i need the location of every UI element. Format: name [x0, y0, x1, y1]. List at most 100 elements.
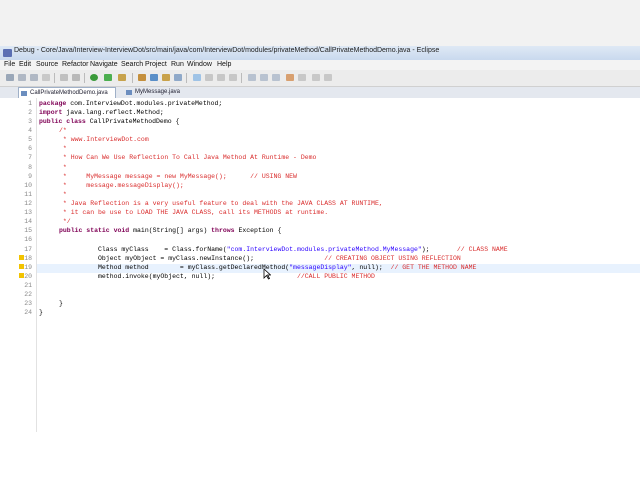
code-text: Object myObject = myClass.newInstance(); — [98, 255, 325, 262]
toggle-block-icon[interactable] — [205, 74, 213, 81]
code-text: ); — [421, 246, 457, 253]
new-icon[interactable] — [6, 74, 14, 81]
code-line: * — [59, 191, 67, 198]
resume-icon[interactable] — [60, 74, 68, 81]
warning-marker-icon[interactable] — [19, 273, 24, 278]
back-icon[interactable] — [286, 74, 294, 81]
comment: //CALL PUBLIC METHOD — [296, 273, 375, 280]
prev-annotation-icon[interactable] — [260, 74, 268, 81]
keyword: public class — [39, 118, 86, 125]
menu-project[interactable]: Project — [145, 61, 167, 68]
line-number: 1 — [28, 100, 32, 107]
external-tools-icon[interactable] — [118, 74, 126, 81]
save-icon[interactable] — [18, 74, 26, 81]
menu-source[interactable]: Source — [36, 61, 58, 68]
last-edit-icon[interactable] — [272, 74, 280, 81]
line-number: 5 — [28, 136, 32, 143]
code-line: package com.InterviewDot.modules.private… — [39, 100, 222, 107]
menu-navigate[interactable]: Navigate — [90, 61, 118, 68]
eclipse-window: Debug - Core/Java/Interview-InterviewDot… — [0, 0, 640, 432]
code-line: * — [59, 164, 67, 171]
line-number: 22 — [24, 291, 32, 298]
code-line: public class CallPrivateMethodDemo { — [39, 118, 179, 125]
code-line: * — [59, 145, 67, 152]
code-line: /* — [59, 127, 67, 134]
tab-label: CallPrivateMethodDemo.java — [30, 90, 108, 96]
line-number: 13 — [24, 209, 32, 216]
toggle-mark-icon[interactable] — [193, 74, 201, 81]
warning-marker-icon[interactable] — [19, 264, 24, 269]
tab-label: MyMessage.java — [135, 89, 181, 95]
code-line: * Java Reflection is a very useful featu… — [59, 200, 383, 207]
tab-callprivatemethoddemo[interactable]: CallPrivateMethodDemo.java — [18, 87, 116, 98]
code-editor[interactable]: 1 2 3 4 5 6 7 8 9 10 11 12 13 14 15 16 1… — [0, 98, 640, 432]
tab-mymessage[interactable]: MyMessage.java — [124, 87, 190, 98]
code-line: import java.lang.reflect.Method; — [39, 109, 164, 116]
debug-icon[interactable] — [104, 74, 112, 81]
menu-window[interactable]: Window — [187, 61, 212, 68]
line-number: 4 — [28, 127, 32, 134]
code-text: java.lang.reflect.Method; — [62, 109, 164, 116]
menu-refactor[interactable]: Refactor — [62, 61, 88, 68]
line-number: 9 — [28, 173, 32, 180]
java-file-icon — [21, 91, 27, 96]
code-line: * How Can We Use Reflection To Call Java… — [59, 154, 317, 161]
code-text: com.InterviewDot.modules.privateMethod; — [66, 100, 223, 107]
show-whitespace-icon[interactable] — [217, 74, 225, 81]
new-package-icon[interactable] — [138, 74, 146, 81]
line-number: 18 — [24, 255, 32, 262]
comment: // GET THE METHOD NAME — [390, 264, 477, 271]
string-literal: "messageDisplay" — [289, 264, 352, 271]
line-number: 19 — [24, 264, 32, 271]
line-number: 6 — [28, 145, 32, 152]
line-number: 24 — [24, 309, 32, 316]
code-line: */ — [59, 218, 71, 225]
line-number: 23 — [24, 300, 32, 307]
suspend-icon[interactable] — [72, 74, 80, 81]
new-class-icon[interactable] — [150, 74, 158, 81]
keyword: import — [39, 109, 63, 116]
menu-help[interactable]: Help — [217, 61, 231, 68]
menu-edit[interactable]: Edit — [19, 61, 31, 68]
java-file-icon — [126, 90, 132, 95]
keyword: public static void — [59, 227, 130, 234]
line-number: 3 — [28, 118, 32, 125]
forward-icon[interactable] — [298, 74, 306, 81]
line-number: 10 — [24, 182, 32, 189]
toolbar-separator — [132, 73, 133, 83]
pin-icon[interactable] — [312, 74, 320, 81]
next-annotation-icon[interactable] — [248, 74, 256, 81]
run-icon[interactable] — [90, 74, 98, 81]
comment: // CREATING OBJECT USING REFLECTION — [324, 255, 461, 262]
code-text: Exception { — [234, 227, 282, 234]
line-number: 11 — [24, 191, 32, 198]
code-line: * MyMessage message = new MyMessage(); /… — [59, 173, 297, 180]
chevron-down-icon[interactable] — [324, 74, 332, 81]
line-number: 8 — [28, 164, 32, 171]
search-icon[interactable] — [174, 74, 182, 81]
keyword: package — [39, 100, 67, 107]
eclipse-icon — [3, 49, 12, 57]
toolbar-separator — [54, 73, 55, 83]
menu-run[interactable]: Run — [171, 61, 184, 68]
code-line: * message.messageDisplay(); — [59, 182, 184, 189]
code-line: } — [59, 300, 63, 307]
code-text: , null); — [351, 264, 391, 271]
blank-area — [0, 432, 640, 480]
warning-marker-icon[interactable] — [19, 255, 24, 260]
menu-file[interactable]: File — [4, 61, 15, 68]
save-all-icon[interactable] — [30, 74, 38, 81]
line-number: 21 — [24, 282, 32, 289]
code-line: Method method = myClass.getDeclaredMetho… — [98, 264, 476, 271]
code-line: Object myObject = myClass.newInstance();… — [98, 255, 461, 262]
comment: // CLASS NAME — [456, 246, 508, 253]
menu-search[interactable]: Search — [121, 61, 143, 68]
code-text: Method method = myClass.getDeclaredMetho… — [98, 264, 290, 271]
toolbar-separator — [186, 73, 187, 83]
line-number: 15 — [24, 227, 32, 234]
open-type-icon[interactable] — [162, 74, 170, 81]
format-icon[interactable] — [229, 74, 237, 81]
menu-bar: File Edit Source Refactor Navigate Searc… — [0, 60, 640, 70]
print-icon[interactable] — [42, 74, 50, 81]
mouse-cursor-icon — [263, 268, 271, 280]
